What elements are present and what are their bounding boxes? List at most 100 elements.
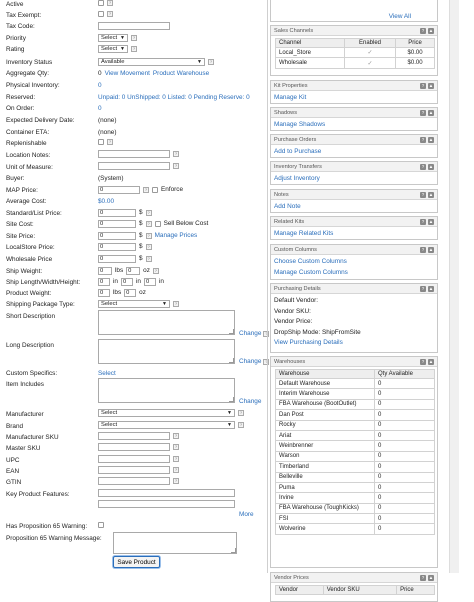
product-weight-lbs-input[interactable]: 0 xyxy=(98,288,110,297)
help-icon[interactable]: ? xyxy=(145,209,152,216)
help-icon[interactable]: ? xyxy=(145,220,152,227)
help-icon[interactable]: ? xyxy=(173,433,179,439)
ship-width-input[interactable]: 0 xyxy=(120,277,133,286)
collapse-icon[interactable]: ▲ xyxy=(428,191,434,198)
gtin-input[interactable] xyxy=(98,477,170,485)
resize-grip-icon[interactable] xyxy=(229,358,234,363)
view-purchasing-details-link[interactable]: View Purchasing Details xyxy=(271,338,437,349)
help-icon[interactable]: ? xyxy=(145,232,152,239)
enforce-checkbox[interactable] xyxy=(152,186,158,193)
ship-weight-oz-input[interactable]: 0 xyxy=(126,266,141,275)
tax-exempt-checkbox[interactable] xyxy=(98,11,104,17)
help-icon[interactable]: ? xyxy=(173,151,179,157)
view-movement-link[interactable]: View Movement xyxy=(105,69,150,78)
shipping-package-select[interactable]: Select ▼ xyxy=(98,300,170,308)
collapse-icon[interactable]: ▲ xyxy=(428,27,434,34)
reserved-value[interactable]: Unpaid: 0 UnShipped: 0 Listed: 0 Pending… xyxy=(98,93,250,102)
add-note-link[interactable]: Add Note xyxy=(271,200,437,213)
prop65-checkbox[interactable] xyxy=(98,522,104,528)
help-icon[interactable]: ? xyxy=(145,255,152,262)
product-weight-oz-input[interactable]: 0 xyxy=(124,288,137,297)
manage-prices-link[interactable]: Manage Prices xyxy=(155,231,198,240)
short-description-textarea[interactable] xyxy=(98,310,235,335)
site-cost-input[interactable]: 0 xyxy=(98,219,136,228)
custom-specifics-select-link[interactable]: Select xyxy=(98,369,116,378)
help-icon[interactable]: ? xyxy=(420,358,426,365)
localstore-price-input[interactable]: 0 xyxy=(98,242,136,251)
add-to-purchase-link[interactable]: Add to Purchase xyxy=(271,145,437,158)
tax-code-input[interactable] xyxy=(98,22,170,30)
help-icon[interactable]: ? xyxy=(173,163,179,169)
unit-of-measure-input[interactable] xyxy=(98,162,170,170)
ean-input[interactable] xyxy=(98,466,170,474)
rating-select[interactable]: Select ▼ xyxy=(98,45,128,53)
help-icon[interactable]: ? xyxy=(420,163,426,170)
on-order-value[interactable]: 0 xyxy=(98,104,102,113)
change-link[interactable]: Change xyxy=(239,329,261,338)
help-icon[interactable]: ? xyxy=(107,11,113,17)
help-icon[interactable]: ? xyxy=(238,410,244,416)
collapse-icon[interactable]: ▲ xyxy=(428,218,434,225)
physical-inventory-value[interactable]: 0 xyxy=(98,81,102,90)
collapse-icon[interactable]: ▲ xyxy=(428,163,434,170)
help-icon[interactable]: ? xyxy=(420,136,426,143)
help-icon[interactable]: ? xyxy=(420,109,426,116)
resize-grip-icon[interactable] xyxy=(229,397,234,402)
help-icon[interactable]: ? xyxy=(173,444,179,450)
save-product-button[interactable]: Save Product xyxy=(113,556,160,568)
help-icon[interactable]: ? xyxy=(173,478,179,484)
manage-related-kits-link[interactable]: Manage Related Kits xyxy=(271,227,437,240)
help-icon[interactable]: ? xyxy=(145,243,152,250)
average-cost-value[interactable]: $0.00 xyxy=(98,197,114,206)
help-icon[interactable]: ? xyxy=(107,0,113,6)
collapse-icon[interactable]: ▲ xyxy=(428,246,434,253)
long-description-textarea[interactable] xyxy=(98,339,235,364)
map-price-input[interactable]: 0 xyxy=(98,185,140,194)
priority-select[interactable]: Select ▼ xyxy=(98,34,128,42)
manufacturer-select[interactable]: Select ▼ xyxy=(98,409,235,417)
collapse-icon[interactable]: ▲ xyxy=(428,82,434,89)
help-icon[interactable]: ? xyxy=(173,467,179,473)
ship-weight-lbs-input[interactable]: 0 xyxy=(98,266,112,275)
help-icon[interactable]: ? xyxy=(420,246,426,253)
collapse-icon[interactable]: ▲ xyxy=(428,109,434,116)
help-icon[interactable]: ? xyxy=(143,186,149,193)
master-sku-input[interactable] xyxy=(98,443,170,451)
ship-height-input[interactable]: 0 xyxy=(143,277,156,286)
help-icon[interactable]: ? xyxy=(420,191,426,198)
standard-list-price-input[interactable]: 0 xyxy=(98,208,136,217)
manage-kit-link[interactable]: Manage Kit xyxy=(271,91,437,104)
prop65-message-textarea[interactable] xyxy=(113,532,237,554)
collapse-icon[interactable]: ▲ xyxy=(428,358,434,365)
change-link[interactable]: Change xyxy=(239,397,261,406)
change-link[interactable]: Change xyxy=(239,357,261,366)
active-checkbox[interactable] xyxy=(98,0,104,6)
adjust-inventory-link[interactable]: Adjust Inventory xyxy=(271,172,437,185)
view-all-link[interactable]: View All xyxy=(389,12,411,21)
location-notes-input[interactable] xyxy=(98,150,170,158)
help-icon[interactable]: ? xyxy=(420,82,426,89)
ship-length-input[interactable]: 0 xyxy=(98,277,110,286)
key-feature-input-1[interactable] xyxy=(98,489,235,497)
product-warehouse-link[interactable]: Product Warehouse xyxy=(153,69,209,78)
help-icon[interactable]: ? xyxy=(152,267,159,274)
manage-custom-columns-link[interactable]: Manage Custom Columns xyxy=(271,266,437,279)
choose-custom-columns-link[interactable]: Choose Custom Columns xyxy=(271,255,437,266)
inventory-status-select[interactable]: Available ▼ xyxy=(98,58,205,66)
wholesale-price-input[interactable]: 0 xyxy=(98,254,136,263)
item-includes-textarea[interactable] xyxy=(98,378,235,403)
help-icon[interactable]: ? xyxy=(420,218,426,225)
manage-shadows-link[interactable]: Manage Shadows xyxy=(271,118,437,131)
help-icon[interactable]: ? xyxy=(208,59,214,65)
more-link[interactable]: More xyxy=(239,510,254,519)
help-icon[interactable]: ? xyxy=(420,27,426,34)
page-scrollbar[interactable] xyxy=(449,0,459,573)
collapse-icon[interactable]: ▲ xyxy=(428,574,434,581)
resize-grip-icon[interactable] xyxy=(229,329,234,334)
help-icon[interactable]: ? xyxy=(107,139,113,145)
site-price-input[interactable]: 0 xyxy=(98,231,136,240)
upc-input[interactable] xyxy=(98,455,170,463)
brand-select[interactable]: Select ▼ xyxy=(98,421,235,429)
key-feature-input-2[interactable] xyxy=(98,500,235,508)
help-icon[interactable]: ? xyxy=(131,46,137,52)
